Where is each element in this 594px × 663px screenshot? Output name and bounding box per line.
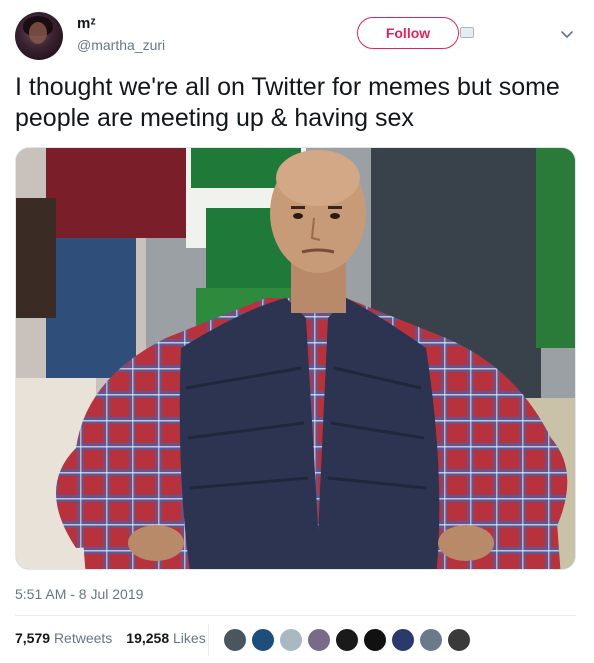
liker-avatar-6[interactable] — [362, 627, 388, 653]
tweet-stats: 7,579 Retweets 19,258 Likes — [15, 630, 206, 646]
liker-avatar-3[interactable] — [278, 627, 304, 653]
stats-divider — [208, 624, 209, 656]
liker-avatar-1[interactable] — [222, 627, 248, 653]
liker-avatar-9[interactable] — [446, 627, 472, 653]
bot-badge-icon — [460, 27, 474, 38]
likers-avatars — [222, 627, 474, 653]
retweets-count[interactable]: 7,579 — [15, 630, 50, 646]
liker-avatar-5[interactable] — [334, 627, 360, 653]
chevron-down-icon[interactable] — [560, 30, 574, 40]
tweet-timestamp[interactable]: 5:51 AM - 8 Jul 2019 — [15, 586, 143, 602]
username[interactable]: @martha_zuri — [77, 37, 165, 53]
likes-count[interactable]: 19,258 — [126, 630, 169, 646]
tweet-text: I thought we're all on Twitter for memes… — [15, 73, 560, 132]
avatar[interactable] — [15, 12, 63, 60]
tweet-media[interactable] — [15, 147, 576, 570]
display-name[interactable]: mᶻ — [77, 15, 96, 32]
avatar-face — [29, 22, 47, 44]
liker-avatar-4[interactable] — [306, 627, 332, 653]
follow-button[interactable]: Follow — [357, 17, 459, 49]
meme-photo — [16, 148, 575, 569]
liker-avatar-2[interactable] — [250, 627, 276, 653]
retweets-label[interactable]: Retweets — [54, 630, 112, 646]
divider — [15, 615, 576, 616]
liker-avatar-8[interactable] — [418, 627, 444, 653]
likes-label[interactable]: Likes — [173, 630, 206, 646]
liker-avatar-7[interactable] — [390, 627, 416, 653]
